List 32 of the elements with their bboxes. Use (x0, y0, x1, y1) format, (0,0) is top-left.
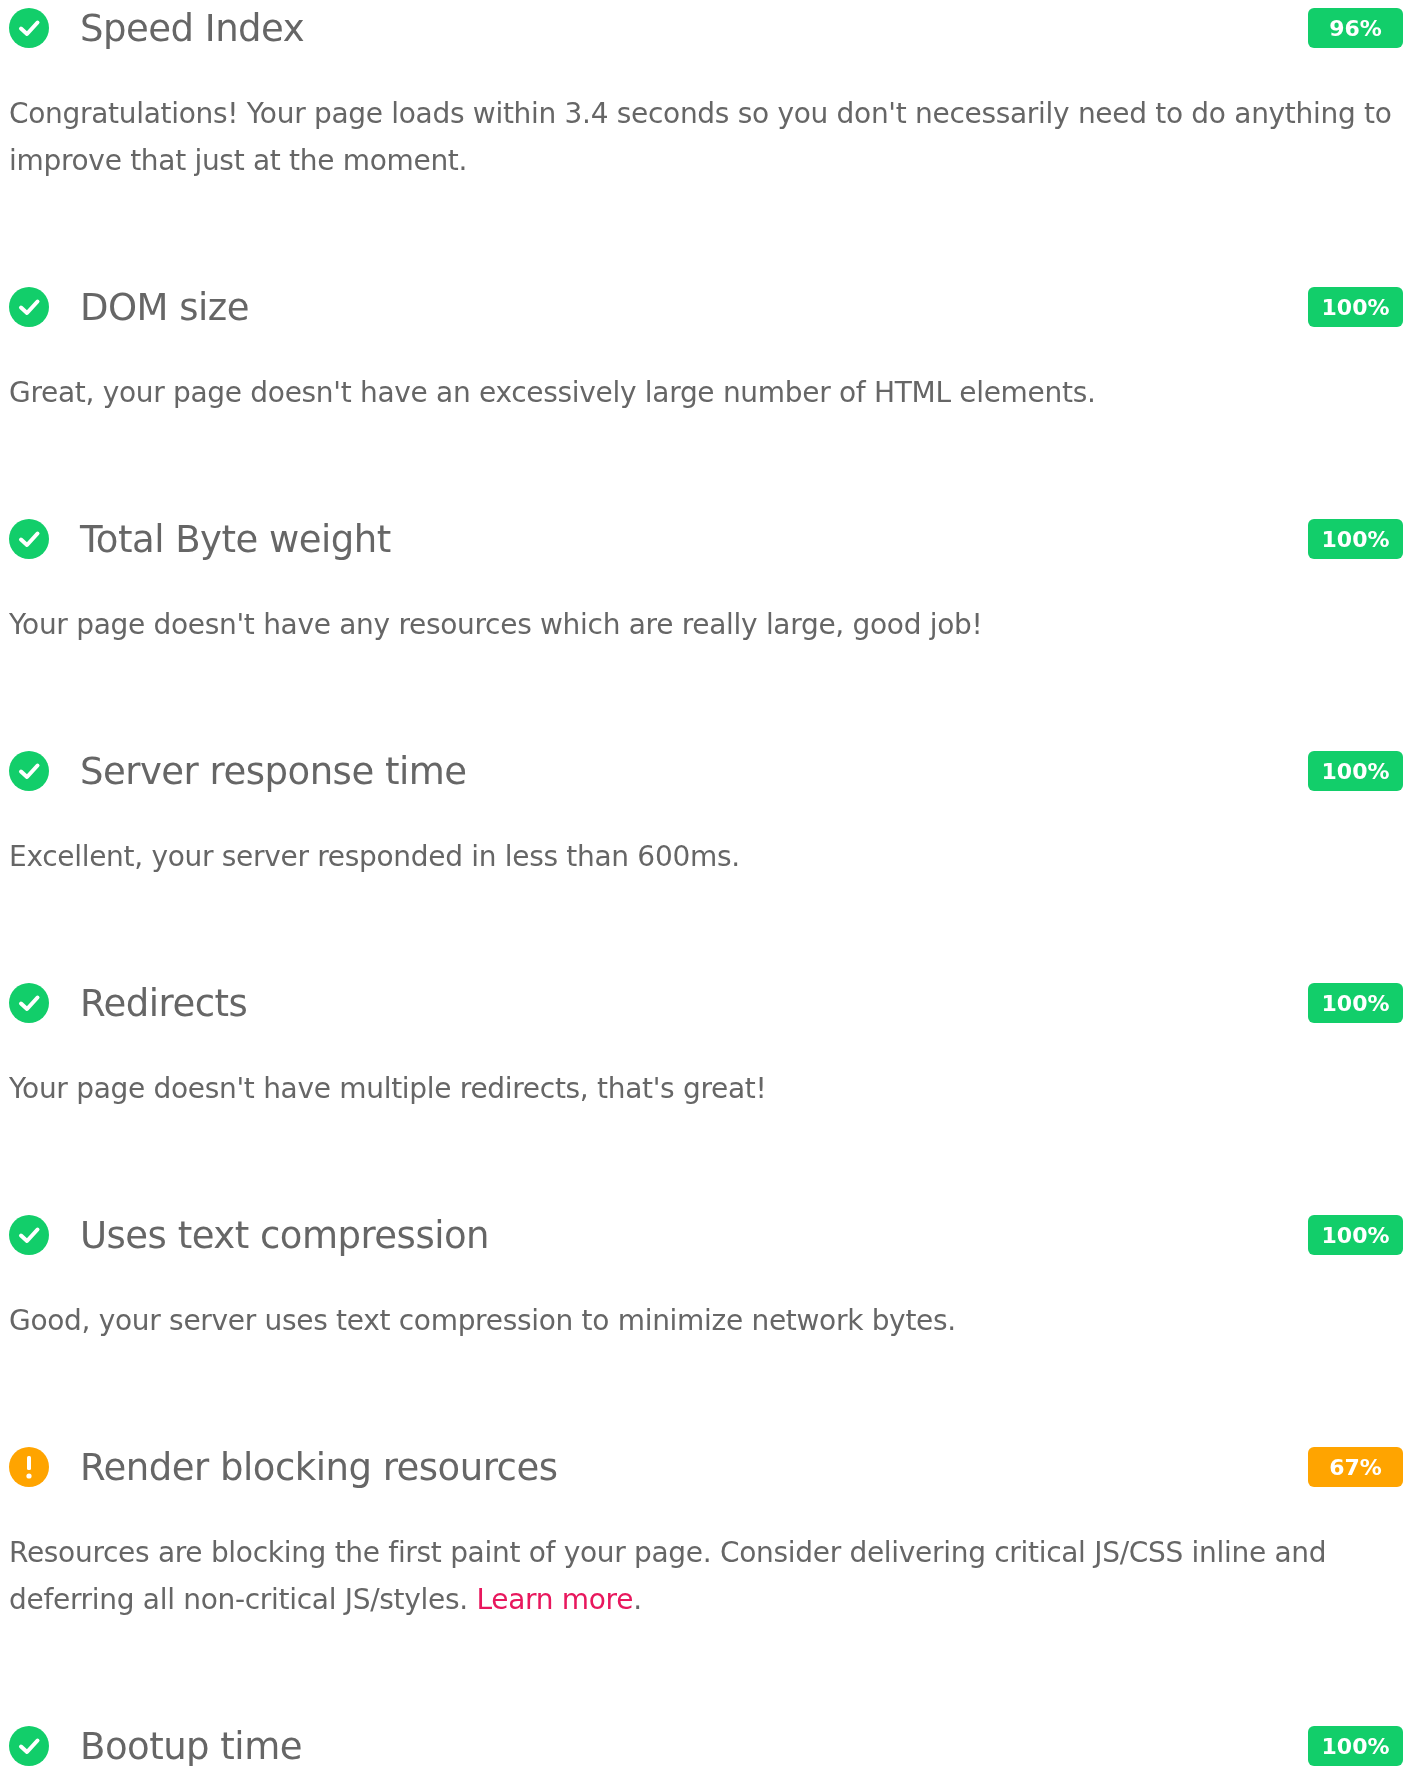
audit-title: Redirects (80, 981, 249, 1025)
audit-title: Speed Index (80, 6, 306, 50)
score-badge: 96% (1308, 8, 1403, 48)
audit-description: Your page doesn't have multiple redirects, that's great! (9, 1071, 768, 1107)
score-badge: 100% (1308, 1726, 1403, 1766)
audit-title: DOM size (80, 285, 251, 329)
audit-title: Total Byte weight (80, 517, 392, 561)
learn-more-link[interactable]: Learn more (476, 1583, 634, 1616)
check-icon (9, 519, 49, 559)
check-icon (9, 1215, 49, 1255)
score-badge: 100% (1308, 983, 1403, 1023)
check-icon (9, 8, 49, 48)
audit-description: Congratulations! Your page loads within 3.4 seconds so you don't necessarily need to do anything to improve that just at the moment. (9, 96, 1393, 179)
score-badge: 67% (1308, 1447, 1403, 1487)
audit-title: Uses text compression (80, 1213, 491, 1257)
audit-title: Bootup time (80, 1724, 303, 1766)
score-badge: 100% (1308, 1215, 1403, 1255)
check-icon (9, 287, 49, 327)
score-badge: 100% (1308, 287, 1403, 327)
audit-description: Your page doesn't have any resources which are really large, good job! (9, 607, 984, 643)
score-badge: 100% (1308, 751, 1403, 791)
audit-title: Server response time (80, 749, 468, 793)
audit-description: Good, your server uses text compression to minimize network bytes. (9, 1303, 957, 1339)
check-icon (9, 983, 49, 1023)
audit-description: Resources are blocking the first paint of your page. Consider delivering critical JS/CSS inline and deferring all non-critical JS/styles. Learn more. (9, 1535, 1328, 1618)
audit-description: Excellent, your server responded in less than 600ms. (9, 839, 741, 875)
audit-description: Great, your page doesn't have an excessively large number of HTML elements. (9, 375, 1097, 411)
score-badge: 100% (1308, 519, 1403, 559)
warning-icon (9, 1447, 49, 1487)
audit-title: Render blocking resources (80, 1445, 559, 1489)
check-icon (9, 1726, 49, 1766)
check-icon (9, 751, 49, 791)
